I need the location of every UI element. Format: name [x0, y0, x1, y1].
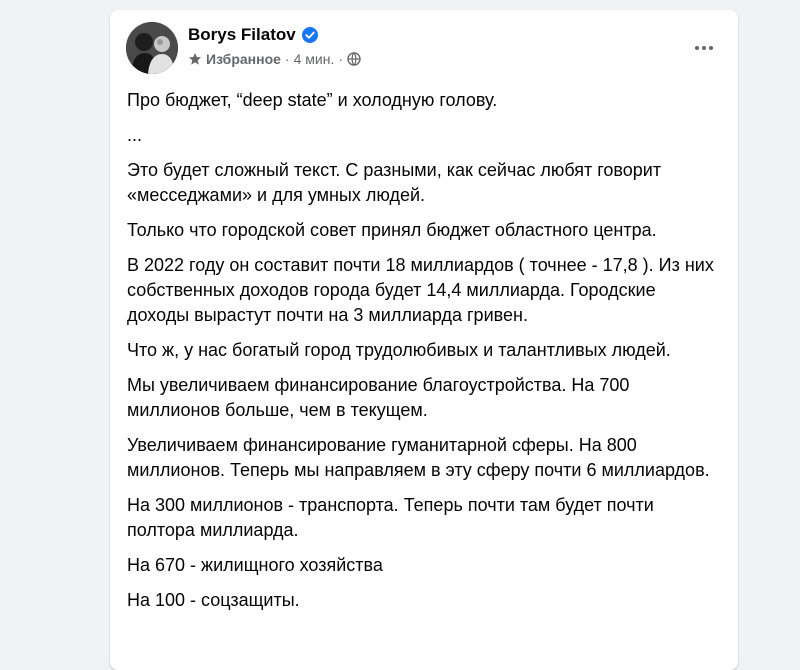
author-name[interactable]: Borys Filatov: [188, 25, 296, 45]
post-card: Borys Filatov Избранное · 4 мин. · Про б…: [110, 10, 738, 670]
post-paragraph: На 670 - жилищного хозяйства: [127, 555, 383, 575]
meta-separator-2: ·: [338, 51, 344, 67]
privacy-label[interactable]: Избранное: [206, 51, 281, 67]
author-avatar[interactable]: [126, 22, 178, 74]
post-paragraph: Увеличиваем финансирование гуманитарной …: [127, 435, 710, 480]
post-body: Про бюджет, “deep state” и холодную голо…: [127, 88, 717, 623]
more-options-button[interactable]: [686, 34, 722, 62]
post-paragraph: Про бюджет, “deep state” и холодную голо…: [127, 90, 498, 110]
more-options-icon: [695, 46, 713, 50]
post-paragraph: ...: [127, 125, 143, 145]
post-time[interactable]: 4 мин.: [294, 51, 335, 67]
post-paragraph: На 300 миллионов - транспорта. Теперь по…: [127, 495, 654, 540]
post-paragraph: Это будет сложный текст. С разными, как …: [127, 160, 662, 205]
author-line: Borys Filatov: [188, 25, 318, 45]
post-paragraph: В 2022 году он составит почти 18 миллиар…: [127, 255, 714, 325]
post-paragraph: Что ж, у нас богатый город трудолюбивых …: [127, 340, 671, 360]
star-icon: [188, 52, 202, 66]
post-paragraph: Только что городской совет принял бюджет…: [127, 220, 657, 240]
meta-separator: ·: [284, 51, 290, 67]
post-paragraph: На 100 - соцзащиты.: [127, 590, 300, 610]
post-paragraph: Мы увеличиваем финансирование благоустро…: [127, 375, 630, 420]
globe-icon: [347, 52, 361, 66]
avatar-photo: [126, 22, 178, 74]
verified-badge-icon: [301, 27, 318, 43]
post-meta: Избранное · 4 мин. ·: [188, 51, 361, 67]
post-header: Borys Filatov Избранное · 4 мин. ·: [126, 22, 722, 74]
